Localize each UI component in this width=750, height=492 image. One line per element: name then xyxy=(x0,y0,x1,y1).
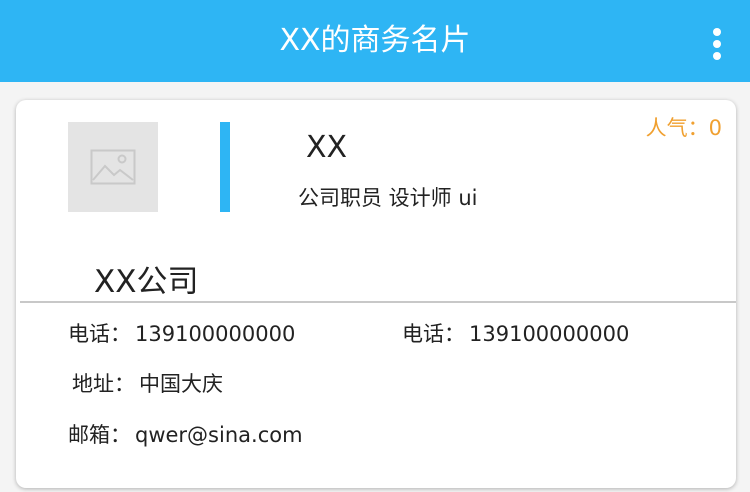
phone-2[interactable]: 电话： 139100000000 xyxy=(402,318,629,348)
phone-1-value: 139100000000 xyxy=(135,322,296,346)
company-name: XX公司 xyxy=(94,264,199,300)
business-card: 人气：0 XX 公司职员 设计师 ui XX公司 电话： 139100000000… xyxy=(16,100,736,488)
email[interactable]: 邮箱： qwer@sina.com xyxy=(68,419,303,449)
email-label: 邮箱： xyxy=(68,423,131,447)
phone-1-label: 电话： xyxy=(68,322,131,346)
image-placeholder-icon xyxy=(90,149,136,185)
popularity-count: 人气：0 xyxy=(645,116,722,140)
menu-dot xyxy=(713,52,721,60)
avatar[interactable] xyxy=(68,122,158,212)
more-vertical-icon[interactable] xyxy=(710,28,724,62)
address-value: 中国大庆 xyxy=(139,372,223,396)
person-position: 公司职员 设计师 ui xyxy=(298,186,478,210)
accent-bar xyxy=(220,122,230,212)
email-value: qwer@sina.com xyxy=(135,423,303,447)
page-title: XX的商务名片 xyxy=(279,23,471,58)
phone-2-value: 139100000000 xyxy=(469,322,630,346)
menu-dot xyxy=(713,28,721,36)
address: 地址： 中国大庆 xyxy=(72,368,223,398)
address-label: 地址： xyxy=(72,372,135,396)
top-bar: XX的商务名片 xyxy=(0,0,750,82)
person-name: XX xyxy=(306,130,348,165)
phone-1[interactable]: 电话： 139100000000 xyxy=(68,318,295,348)
menu-dot xyxy=(713,40,721,48)
phone-2-label: 电话： xyxy=(402,322,465,346)
divider xyxy=(20,301,736,303)
